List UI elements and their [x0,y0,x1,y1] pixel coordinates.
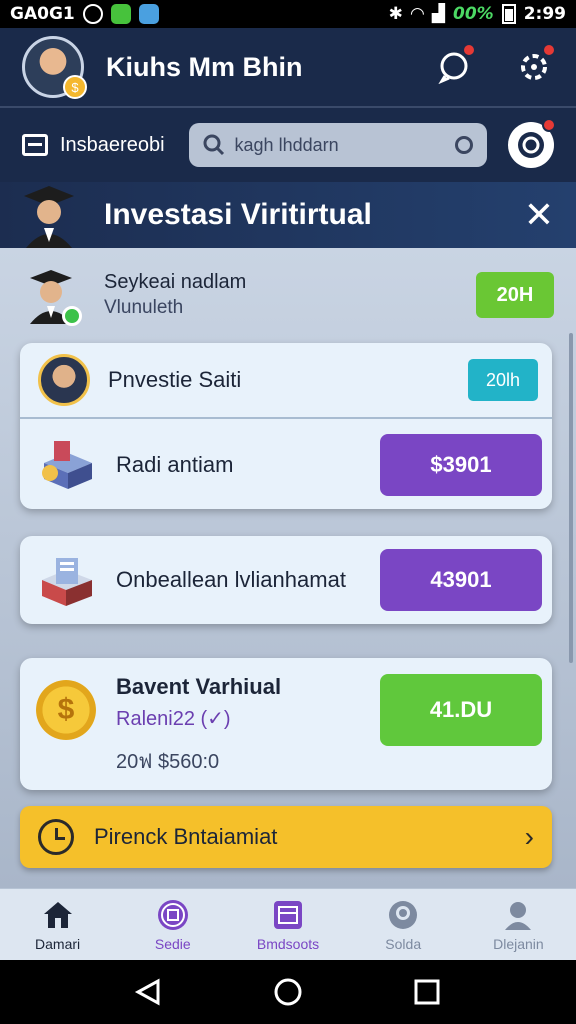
nav-label: Sedie [154,935,191,952]
home-icon [43,901,72,928]
portfolio-icon [34,435,100,495]
nav-label: Bmdsoots [256,935,320,952]
carrier-text: GA0G1 [10,4,75,24]
action-bar[interactable]: Pirenck Bntaiamiat › [20,806,552,868]
search-placeholder: kagh lhddarn [234,134,339,155]
amount-button[interactable]: 43901 [380,549,542,611]
investment-card-1: Pnvestie Saiti 20lh Radi antiam $3901 [20,343,552,509]
nav-label: Damari [35,935,81,952]
duration-badge[interactable]: 20lh [468,359,538,401]
chat-button[interactable] [434,43,476,87]
battery-icon [501,4,516,24]
nav-item-home[interactable]: Damari [0,889,115,960]
online-status-icon [62,306,82,326]
card-subtitle: Raleni22 (✓) [116,708,231,730]
coin-badge-icon: $ [63,75,87,99]
row-label: Onbeallean lvlianhamat [116,567,346,592]
investment-card-3: $ Bavent Varhiual Raleni22 (✓) 20ฟ $560:… [20,658,552,790]
notification-dot [462,43,476,57]
search-input[interactable]: kagh lhddarn [188,123,487,167]
voice-search-icon[interactable] [454,136,473,154]
back-icon[interactable] [134,977,164,1007]
bluetooth-icon: ✱ [388,4,403,24]
user-avatar[interactable]: $ [22,36,87,99]
main-content: Seykeai nadlam Vlunuleth 20H Pnvestie Sa… [0,248,576,888]
recents-icon[interactable] [412,977,442,1007]
profile-badge-button[interactable]: 20H [476,272,554,318]
globe-icon [389,900,418,929]
menu-icon[interactable] [22,134,48,156]
app-header: $ Kiuhs Mm Bhin [0,28,576,108]
page-title: Investasi Viritirtual [104,198,372,231]
nav-label: Solda [385,935,422,952]
notification-dot [542,43,556,57]
profile-icon [505,901,532,930]
system-nav-bar [0,960,576,1024]
messenger-icon [518,132,544,158]
status-bar: GA0G1 ✱ ◠ ▟ 00% 2:99 [0,0,576,28]
menu-label[interactable]: Insbaereobi [60,134,165,157]
wifi-icon: ◠ [410,4,424,24]
home-circle-icon[interactable] [273,977,303,1007]
card-title: Pnvestie Saiti [108,367,242,392]
user-name: Kiuhs Mm Bhin [106,51,303,82]
card-amount: 20ฟ $560:0 [116,751,220,773]
messenger-button[interactable] [508,118,556,168]
settings-button[interactable] [514,43,556,87]
value-button[interactable]: 41.DU [380,674,542,746]
photo-icon [157,899,188,930]
search-row: Insbaereobi kagh lhddarn [0,108,576,182]
dollar-coin-icon: $ [36,680,96,740]
card-avatar [38,354,90,406]
nav-label: Dlejanin [493,935,544,952]
profile-row[interactable]: Seykeai nadlam Vlunuleth 20H [22,260,554,330]
app-notification-icon [138,4,159,24]
bottom-nav: Damari Sedie Bmdsoots Solda Dlejanin [0,888,576,960]
amount-button[interactable]: $3901 [380,434,542,496]
alarm-icon [82,4,103,24]
close-icon[interactable]: ✕ [524,197,554,233]
profile-subtitle: Vlunuleth [104,297,184,318]
graduate-avatar [14,182,84,248]
action-bar-label: Pirenck Bntaiamiat [94,824,278,849]
investment-card-2: Onbeallean lvlianhamat 43901 [20,536,552,624]
clock-icon [38,819,74,855]
scrollbar[interactable] [569,333,573,663]
nav-item-photo[interactable]: Sedie [115,889,230,960]
card-title: Bavent Varhiual [116,674,282,699]
profile-avatar [22,266,82,326]
chevron-right-icon: › [524,821,534,852]
nav-item-grid[interactable]: Bmdsoots [230,889,345,960]
nav-item-profile[interactable]: Dlejanin [461,889,576,960]
profile-name: Seykeai nadlam [104,271,247,293]
signal-icon: ▟ [431,4,445,24]
message-app-icon [110,4,131,24]
building-icon [34,550,100,610]
clock-time: 2:99 [523,4,566,24]
row-label: Radi antiam [116,452,234,477]
search-icon [203,134,224,156]
battery-percent: 00% [453,4,494,24]
nav-item-globe[interactable]: Solda [346,889,461,960]
page-banner: Investasi Viritirtual ✕ [0,182,576,248]
notification-dot [542,118,556,132]
grid-icon [274,900,302,929]
